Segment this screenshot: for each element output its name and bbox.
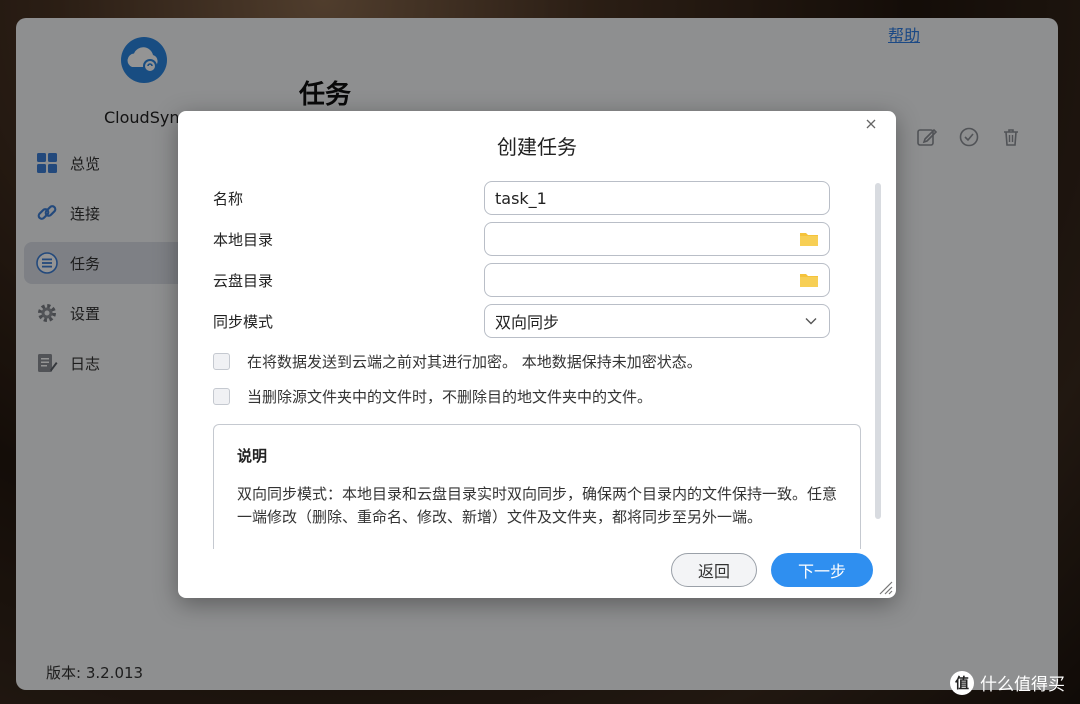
encrypt-option: 在将数据发送到云端之前对其进行加密。 本地数据保持未加密状态。 xyxy=(213,351,702,372)
keep-deleted-option: 当删除源文件夹中的文件时，不删除目的地文件夹中的文件。 xyxy=(213,386,652,407)
dialog-title: 创建任务 xyxy=(497,135,577,159)
local-dir-input[interactable] xyxy=(484,222,830,256)
cloud-dir-label: 云盘目录 xyxy=(213,272,274,290)
folder-icon[interactable] xyxy=(799,231,819,247)
chevron-down-icon xyxy=(805,318,817,325)
watermark-text: 什么值得买 xyxy=(980,675,1065,695)
description-box: 说明 双向同步模式：本地目录和云盘目录实时双向同步，确保两个目录内的文件保持一致… xyxy=(213,424,861,549)
folder-icon[interactable] xyxy=(799,272,819,288)
watermark: 值 什么值得买 xyxy=(950,670,1065,695)
cloud-dir-input[interactable] xyxy=(484,263,830,297)
name-input[interactable]: task_1 xyxy=(484,181,830,215)
encrypt-checkbox[interactable] xyxy=(213,353,230,370)
watermark-logo-icon: 值 xyxy=(950,670,974,695)
keep-deleted-checkbox[interactable] xyxy=(213,388,230,405)
close-icon xyxy=(866,119,876,129)
sync-mode-select[interactable]: 双向同步 xyxy=(484,304,830,338)
keep-deleted-option-label: 当删除源文件夹中的文件时，不删除目的地文件夹中的文件。 xyxy=(247,388,653,406)
local-dir-label: 本地目录 xyxy=(213,231,274,249)
back-button[interactable]: 返回 xyxy=(671,553,757,587)
dialog-scrollbar[interactable] xyxy=(875,183,881,519)
sync-mode-value: 双向同步 xyxy=(495,313,560,332)
encrypt-option-label: 在将数据发送到云端之前对其进行加密。 本地数据保持未加密状态。 xyxy=(247,353,702,371)
create-task-dialog: 创建任务 名称 task_1 本地目录 云盘目录 同步模式 双向同步 在将数据发… xyxy=(178,111,896,598)
name-label: 名称 xyxy=(213,190,244,208)
close-button[interactable] xyxy=(866,117,876,133)
description-title: 说明 xyxy=(237,447,268,465)
sync-mode-label: 同步模式 xyxy=(213,313,274,331)
next-button[interactable]: 下一步 xyxy=(771,553,873,587)
description-text: 双向同步模式：本地目录和云盘目录实时双向同步，确保两个目录内的文件保持一致。任意… xyxy=(237,485,838,526)
resize-grip-icon[interactable] xyxy=(876,578,894,596)
